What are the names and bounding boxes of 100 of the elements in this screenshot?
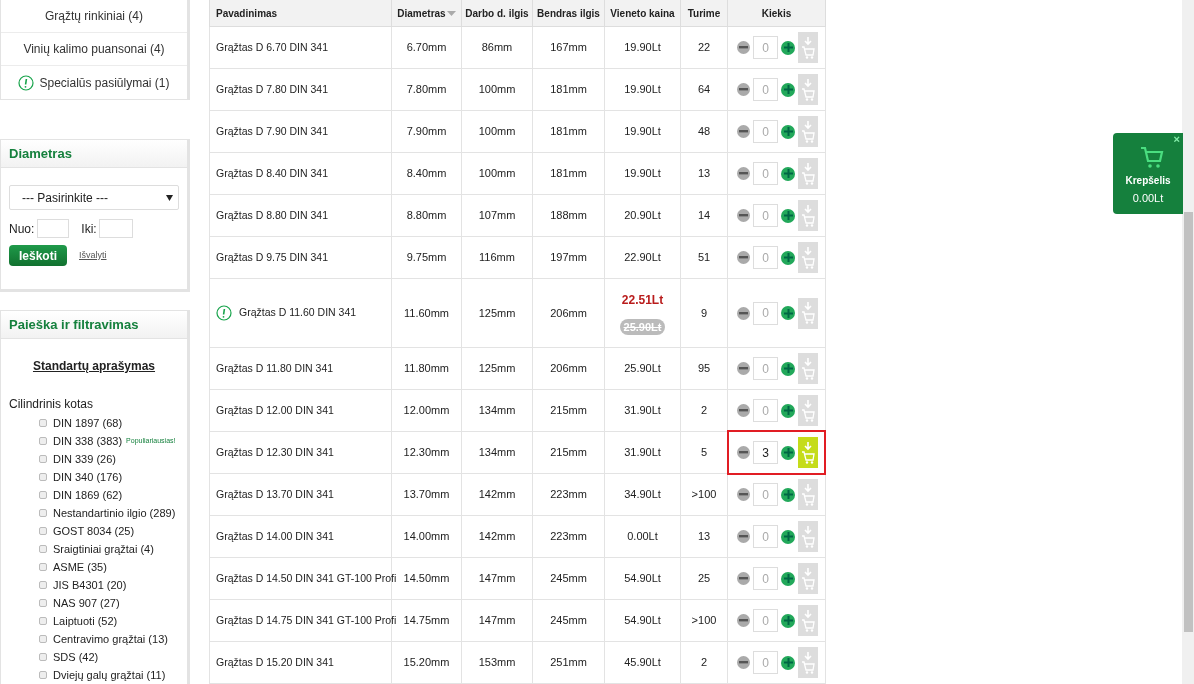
minus-button[interactable] bbox=[737, 530, 750, 543]
product-name[interactable]: Grąžtas D 8.40 DIN 341 bbox=[216, 166, 329, 179]
checkbox[interactable] bbox=[39, 527, 47, 535]
search-button[interactable]: Ieškoti bbox=[9, 245, 67, 266]
minus-button[interactable] bbox=[737, 125, 750, 138]
category-link[interactable]: Grąžtų rinkiniai (4) bbox=[45, 6, 143, 25]
select-dropdown[interactable]: --- Pasirinkite --- bbox=[9, 185, 179, 210]
minus-button[interactable] bbox=[737, 83, 750, 96]
option-label[interactable]: DIN 1897 (68) bbox=[53, 414, 123, 432]
checkbox[interactable] bbox=[39, 653, 47, 661]
product-name[interactable]: Grąžtas D 12.00 DIN 341 bbox=[216, 403, 334, 416]
option-label[interactable]: JIS B4301 (20) bbox=[53, 576, 127, 594]
option-label[interactable]: NAS 907 (27) bbox=[53, 594, 120, 612]
plus-button[interactable] bbox=[781, 403, 795, 418]
column-header[interactable]: Kiekis bbox=[727, 0, 826, 27]
checkbox[interactable] bbox=[39, 419, 47, 427]
product-name[interactable]: Grąžtas D 7.80 DIN 341 bbox=[216, 82, 329, 95]
option-label[interactable]: DIN 338 (383) bbox=[53, 432, 123, 450]
plus-button[interactable] bbox=[781, 306, 795, 320]
minus-button[interactable] bbox=[737, 167, 750, 180]
plus-button[interactable] bbox=[781, 613, 795, 628]
standards-link[interactable]: Standartų aprašymas bbox=[32, 357, 156, 375]
minus-button[interactable] bbox=[737, 488, 750, 501]
input-field[interactable] bbox=[98, 219, 133, 238]
option-label[interactable]: DIN 1869 (62) bbox=[53, 486, 123, 504]
product-name[interactable]: Grąžtas D 11.60 DIN 341 bbox=[239, 305, 357, 321]
checkbox[interactable] bbox=[39, 599, 47, 607]
minus-button[interactable] bbox=[737, 362, 750, 375]
option-label[interactable]: Laiptuoti (52) bbox=[53, 612, 118, 630]
checkbox[interactable] bbox=[39, 671, 47, 679]
checkbox[interactable] bbox=[39, 455, 47, 463]
option-label[interactable]: GOST 8034 (25) bbox=[53, 522, 135, 540]
checkbox[interactable] bbox=[39, 617, 47, 625]
plus-button[interactable] bbox=[781, 124, 795, 139]
minus-icon bbox=[739, 409, 748, 412]
option-label[interactable]: Centravimo grąžtai (13) bbox=[53, 630, 168, 648]
column-header[interactable]: Bendras ilgis bbox=[532, 0, 605, 27]
minus-button[interactable] bbox=[737, 404, 750, 417]
category-link[interactable]: Specialūs pasiūlymai (1) bbox=[39, 73, 170, 92]
option-label[interactable]: Dviejų galų grąžtai (11) bbox=[53, 666, 166, 684]
quantity-field[interactable]: 3 bbox=[753, 441, 778, 464]
checkbox[interactable] bbox=[39, 545, 47, 553]
input-field[interactable] bbox=[37, 219, 70, 238]
product-name[interactable]: Grąžtas D 8.80 DIN 341 bbox=[216, 208, 329, 221]
cart-widget[interactable]: × Krepšelis 0.00Lt bbox=[1113, 133, 1183, 214]
plus-button[interactable] bbox=[781, 361, 795, 376]
plus-button[interactable] bbox=[781, 82, 795, 97]
close-button[interactable]: × bbox=[1173, 134, 1180, 145]
option-label[interactable]: DIN 340 (176) bbox=[53, 468, 123, 486]
column-header[interactable]: Diametras bbox=[391, 0, 462, 27]
option-label[interactable]: DIN 339 (26) bbox=[53, 450, 116, 468]
minus-button[interactable] bbox=[737, 251, 750, 264]
column-header[interactable]: Vieneto kaina bbox=[604, 0, 681, 27]
cart-icon bbox=[801, 356, 815, 381]
product-name[interactable]: Grąžtas D 14.75 DIN 341 GT-100 Profi bbox=[216, 613, 397, 626]
checkbox[interactable] bbox=[39, 491, 47, 499]
checkbox[interactable] bbox=[39, 563, 47, 571]
product-name[interactable]: Grąžtas D 7.90 DIN 341 bbox=[216, 124, 329, 137]
column-header[interactable]: Turime bbox=[680, 0, 728, 27]
minus-button[interactable] bbox=[737, 572, 750, 585]
minus-button[interactable] bbox=[737, 446, 750, 459]
minus-button[interactable] bbox=[737, 306, 750, 320]
category-link[interactable]: Vinių kalimo puansonai (4) bbox=[23, 40, 165, 58]
product-name[interactable]: Grąžtas D 9.75 DIN 341 bbox=[216, 250, 329, 263]
column-header[interactable]: Pavadinimas bbox=[209, 0, 392, 27]
product-name[interactable]: Grąžtas D 11.80 DIN 341 bbox=[216, 361, 334, 374]
product-name[interactable]: Grąžtas D 14.50 DIN 341 GT-100 Profi bbox=[216, 571, 397, 584]
column-header[interactable]: Darbo d. ilgis bbox=[461, 0, 533, 27]
checkbox[interactable] bbox=[39, 635, 47, 643]
plus-button[interactable] bbox=[781, 40, 795, 55]
minus-button[interactable] bbox=[737, 209, 750, 222]
plus-button[interactable] bbox=[781, 208, 795, 223]
checkbox[interactable] bbox=[39, 437, 47, 445]
option-label[interactable]: Nestandartinio ilgio (289) bbox=[53, 504, 176, 522]
product-name[interactable]: Grąžtas D 15.20 DIN 341 bbox=[216, 655, 334, 668]
product-name[interactable]: Grąžtas D 6.70 DIN 341 bbox=[216, 40, 329, 53]
product-name[interactable]: Grąžtas D 14.00 DIN 341 bbox=[216, 529, 334, 542]
checkbox[interactable] bbox=[39, 509, 47, 517]
option-label[interactable]: ASME (35) bbox=[53, 558, 107, 576]
plus-button[interactable] bbox=[781, 529, 795, 544]
plus-button[interactable] bbox=[781, 571, 795, 586]
plus-button[interactable] bbox=[781, 250, 795, 265]
option-label[interactable]: Sraigtiniai grąžtai (4) bbox=[53, 540, 154, 558]
plus-button[interactable] bbox=[781, 445, 795, 460]
minus-button[interactable] bbox=[737, 41, 750, 54]
plus-button[interactable] bbox=[781, 166, 795, 181]
option-label[interactable]: SDS (42) bbox=[53, 648, 99, 666]
table-cell: 2 bbox=[700, 656, 708, 669]
checkbox[interactable] bbox=[39, 473, 47, 481]
table-cell: 14 bbox=[697, 209, 711, 222]
clear-link[interactable]: Išvalyti bbox=[79, 248, 107, 263]
minus-button[interactable] bbox=[737, 614, 750, 627]
plus-button[interactable] bbox=[781, 655, 795, 670]
plus-button[interactable] bbox=[781, 487, 795, 502]
minus-button[interactable] bbox=[737, 656, 750, 669]
minus-icon bbox=[739, 619, 748, 622]
product-name[interactable]: Grąžtas D 12.30 DIN 341 bbox=[216, 445, 334, 458]
checkbox[interactable] bbox=[39, 581, 47, 589]
minus-icon bbox=[739, 661, 748, 664]
product-name[interactable]: Grąžtas D 13.70 DIN 341 bbox=[216, 487, 334, 500]
